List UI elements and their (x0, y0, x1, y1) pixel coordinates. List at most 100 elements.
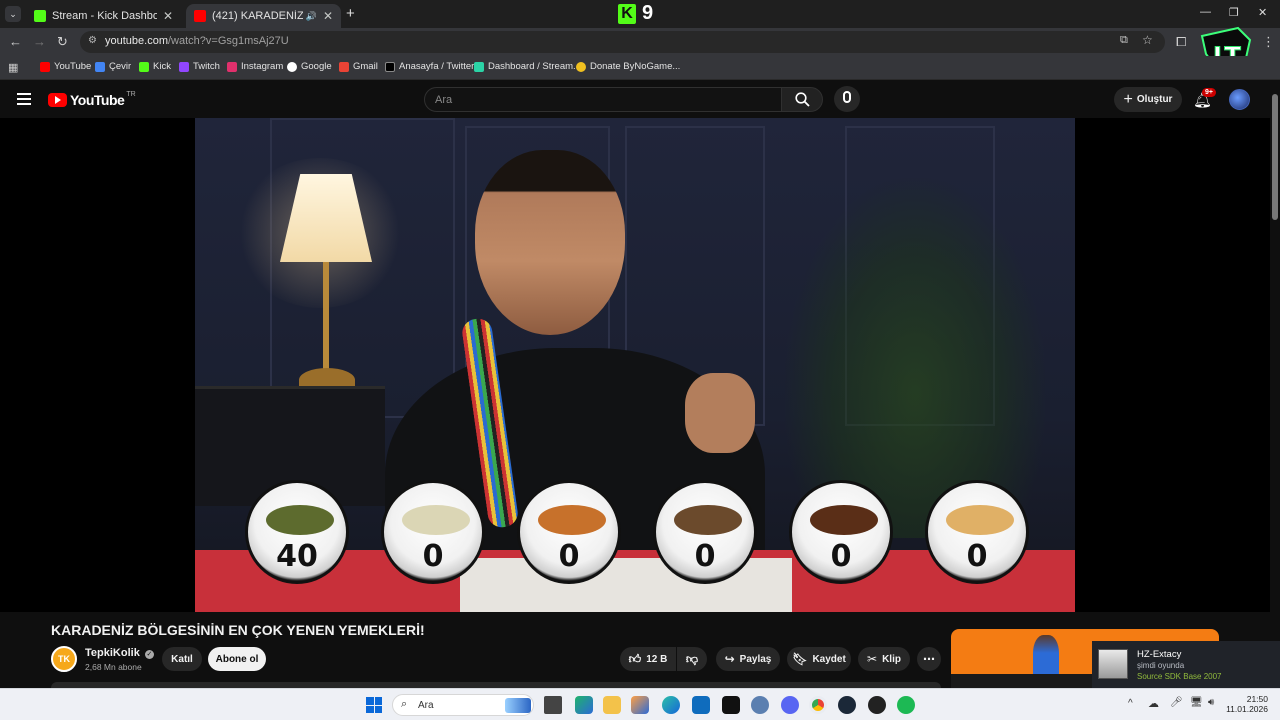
browser-toolbar: ← → ↻ ⚙ youtube.com/watch?v=Gsg1msAj27U … (0, 26, 1280, 78)
tray-chevron-icon[interactable]: ^ (1128, 698, 1133, 709)
search-highlight-image (505, 698, 531, 713)
bookmark-twitch[interactable]: Twitch (179, 61, 220, 72)
youtube-header: YouTube TR Ara + Oluştur 🔔︎ 9+ (0, 81, 1280, 118)
plus-icon: + (1123, 90, 1133, 108)
bookmark-cevir[interactable]: Çevir (95, 61, 131, 72)
spotify-icon[interactable] (897, 696, 915, 714)
taskbar-search[interactable]: ⌕ Ara (392, 694, 534, 716)
bookmark-twitter[interactable]: Anasayfa / Twitter (385, 61, 474, 72)
subscribe-button[interactable]: Abone ol (208, 647, 266, 671)
steam-notification[interactable]: HZ-Extacy şimdi oyunda Source SDK Base 2… (1092, 641, 1280, 688)
x-icon (385, 61, 395, 72)
bookmark-google[interactable]: Google (287, 61, 332, 72)
windows-start-icon[interactable] (366, 697, 382, 713)
bookmarks-bar: ▦ YouTube Çevir Kick Twitch Instagram Go… (0, 56, 1280, 80)
volume-icon[interactable]: 🔊︎ (1208, 697, 1214, 708)
friend-game: Source SDK Base 2007 (1137, 672, 1222, 681)
clip-button[interactable]: ✂ Klip (858, 647, 910, 671)
kick-k-icon: K (618, 3, 636, 24)
youtube-icon (40, 61, 50, 72)
forward-icon[interactable]: → (33, 34, 46, 50)
bookmark-donate[interactable]: Donate ByNoGame... (576, 61, 680, 72)
youtube-logo[interactable]: YouTube TR (48, 91, 136, 108)
back-icon[interactable]: ← (9, 34, 22, 50)
restore-icon[interactable]: ❐ (1229, 6, 1239, 19)
counter-value: 40 (276, 539, 318, 574)
counter-value: 0 (558, 539, 580, 574)
fish-food-icon (674, 505, 742, 535)
apps-grid-icon[interactable]: ▦ (8, 61, 18, 74)
chrome-icon[interactable] (809, 696, 827, 714)
edge-icon[interactable] (662, 696, 680, 714)
share-icon: ↪ (724, 652, 735, 666)
host-head (475, 150, 625, 335)
minimize-icon[interactable]: — (1200, 6, 1211, 18)
photos-icon[interactable] (631, 696, 649, 714)
onedrive-icon[interactable]: ☁ (1148, 697, 1159, 710)
instagram-icon (227, 61, 237, 72)
search-icon: ⌕ (401, 698, 408, 710)
counter-value: 0 (966, 539, 988, 574)
file-explorer-icon[interactable] (603, 696, 621, 714)
bookmark-gmail[interactable]: Gmail (339, 61, 378, 72)
close-tab-icon[interactable]: ✕ (163, 9, 173, 23)
more-horizontal-icon: ⋯ (923, 652, 935, 666)
close-window-icon[interactable]: ✕ (1258, 6, 1267, 19)
address-bar[interactable]: ⚙ youtube.com/watch?v=Gsg1msAj27U ⧉ ☆ (80, 31, 1165, 53)
bookmark-dashboard[interactable]: Dashboard / Stream... (474, 61, 581, 72)
youtube-icon (194, 10, 206, 22)
more-actions-button[interactable]: ⋯ (917, 647, 941, 671)
dashboard-icon (474, 61, 484, 72)
friend-name: HZ-Extacy (1137, 649, 1182, 660)
dislike-button[interactable]: 👎︎ (677, 647, 707, 671)
new-tab-button[interactable]: + (346, 5, 355, 22)
tab-kick-dashboard[interactable]: Stream - Kick Dashboard ✕ (26, 4, 181, 28)
gmail-icon (339, 61, 349, 72)
food-counter-soup: 0 (381, 480, 485, 584)
outlook-icon[interactable] (692, 696, 710, 714)
bookmark-kick[interactable]: Kick (139, 61, 171, 72)
widgets-icon[interactable] (575, 696, 593, 714)
voice-search-button[interactable] (834, 86, 860, 112)
create-button[interactable]: + Oluştur (1114, 87, 1182, 112)
site-info-icon[interactable]: ⚙ (88, 35, 97, 46)
notifications-button[interactable]: 🔔︎ 9+ (1193, 88, 1216, 109)
hamburger-menu-icon[interactable] (17, 93, 31, 105)
save-button[interactable]: 🔖︎ Kaydet (787, 647, 851, 671)
menu-kebab-icon[interactable]: ⋮ (1262, 34, 1275, 50)
tab-youtube-video[interactable]: (421) KARADENİZ BÖLGESİ 🔊 ✕ (186, 4, 341, 28)
video-player[interactable]: 40 0 0 0 0 0 (195, 118, 1075, 612)
bookmark-star-icon[interactable]: ☆ (1142, 33, 1153, 47)
extensions-icon[interactable]: ⧠ (1176, 34, 1186, 50)
microphone-tray-icon[interactable]: 🎤︎ (1170, 697, 1183, 708)
speaker-icon[interactable]: 🔊 (306, 11, 317, 22)
network-icon[interactable]: 🖥︎ (1190, 697, 1203, 708)
settings-app-icon[interactable] (751, 696, 769, 714)
bookmark-instagram[interactable]: Instagram (227, 61, 283, 72)
channel-avatar[interactable]: TK (51, 646, 77, 672)
bookmark-youtube[interactable]: YouTube (40, 61, 91, 72)
search-button[interactable] (781, 87, 823, 112)
search-input[interactable]: Ara (424, 87, 782, 112)
discord-icon[interactable] (781, 696, 799, 714)
steam-icon[interactable] (838, 696, 856, 714)
tab-search-button[interactable]: ⌄ (5, 6, 21, 22)
account-avatar[interactable] (1229, 89, 1250, 110)
obs-icon[interactable] (868, 696, 886, 714)
like-button[interactable]: 👍︎ 12 B (620, 647, 676, 671)
youtube-play-icon (48, 93, 67, 107)
channel-name[interactable]: TepkiKolik ✓ (85, 647, 154, 659)
join-button[interactable]: Katıl (162, 647, 202, 671)
task-view-icon[interactable] (544, 696, 562, 714)
clock[interactable]: 21:50 11.01.2026 (1226, 694, 1268, 714)
share-button[interactable]: ↪ Paylaş (716, 647, 780, 671)
reload-icon[interactable]: ↻ (57, 34, 68, 50)
close-tab-icon[interactable]: ✕ (323, 9, 333, 23)
page-scrollbar[interactable] (1270, 88, 1280, 688)
verified-icon: ✓ (144, 650, 154, 659)
notification-badge: 9+ (1202, 88, 1216, 97)
capcut-icon[interactable] (722, 696, 740, 714)
food-counter-hamsi: 0 (653, 480, 757, 584)
cast-icon[interactable]: ⧉ (1120, 34, 1128, 47)
scrollbar-thumb[interactable] (1272, 94, 1278, 220)
